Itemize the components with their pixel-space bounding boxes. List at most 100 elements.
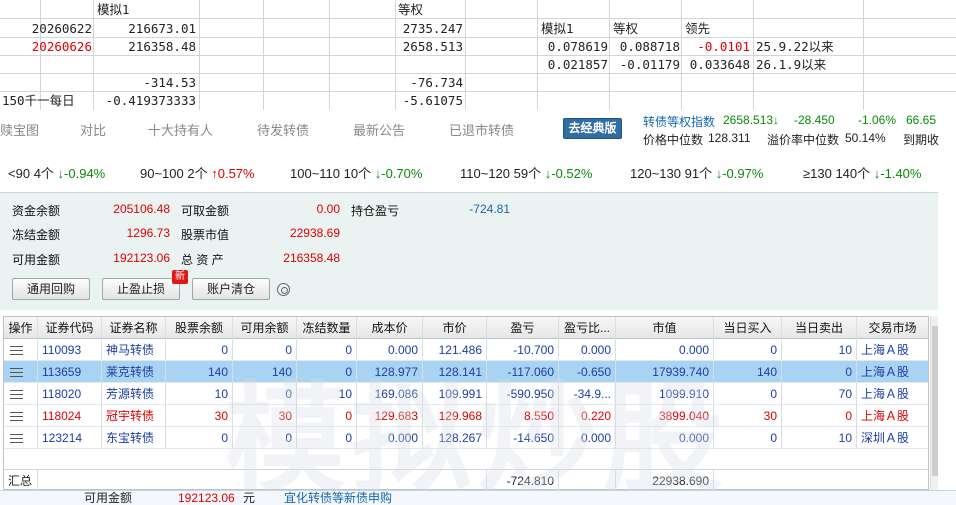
- col-header[interactable]: 交易市场: [857, 317, 928, 339]
- col-header[interactable]: 当日买入: [714, 317, 782, 339]
- sheet-cell-date[interactable]: 20260622: [0, 20, 92, 38]
- available-label: 可用金额: [12, 253, 61, 267]
- repo-button[interactable]: 通用回购: [12, 278, 90, 300]
- col-header[interactable]: 股票余额: [166, 317, 233, 339]
- dist-segment[interactable]: 120~130 91个 ↓-0.97%: [630, 163, 763, 182]
- sheet-cell-date[interactable]: 20260626: [0, 38, 92, 56]
- tab-chart[interactable]: 赎宝图: [0, 120, 39, 139]
- col-header[interactable]: 证券代码: [38, 317, 102, 339]
- col-header[interactable]: 可用余额: [233, 317, 297, 339]
- col-header[interactable]: 证券名称: [102, 317, 166, 339]
- dist-segment[interactable]: 90~100 2个 ↑0.57%: [140, 163, 255, 182]
- position-pl-value: -724.81: [469, 202, 510, 216]
- settings-gear-icon[interactable]: [277, 283, 290, 296]
- table-row[interactable]: 123214 东宝转债 0 0 0 0.000 128.267 -14.650 0.000 0.0…: [4, 427, 928, 449]
- spreadsheet-area: 模拟1 等权 20260622 216673.01 2735.247 20260…: [0, 0, 956, 110]
- classic-version-button[interactable]: 去经典版: [563, 118, 622, 139]
- stock-value-value: 22938.69: [289, 226, 340, 240]
- funds-label: 资金余额: [12, 204, 61, 218]
- col-header[interactable]: 冻结数量: [297, 317, 357, 339]
- row-menu-cell[interactable]: [4, 383, 38, 405]
- row-menu-icon[interactable]: [10, 368, 23, 377]
- sheet-cell-equal[interactable]: 2658.513: [396, 38, 463, 56]
- sheet-cell-sim[interactable]: -314.53: [94, 74, 196, 92]
- col-header[interactable]: 盈亏比...: [559, 317, 616, 339]
- cell-price: 121.486: [423, 339, 487, 361]
- row-menu-icon[interactable]: [10, 434, 23, 443]
- dist-segment[interactable]: ≥130 140个 ↓-1.40%: [803, 163, 921, 182]
- sheet-side-cell[interactable]: 26.1.9以来: [756, 56, 826, 74]
- position-pl-label: 持仓盈亏: [351, 204, 400, 218]
- table-row[interactable]: 118020 芳源转债 10 0 10 169.086 109.991 -590.950 -34…: [4, 383, 928, 405]
- dist-range: 120~130: [630, 166, 681, 181]
- sheet-side-cell[interactable]: -0.01179: [610, 56, 680, 74]
- cell-sell: 10: [782, 339, 857, 361]
- col-header[interactable]: 市价: [423, 317, 487, 339]
- sheet-cell-sim[interactable]: 216358.48: [94, 38, 196, 56]
- table-row[interactable]: 110093 神马转债 0 0 0 0.000 121.486 -10.700 0.000 0.0…: [4, 339, 928, 361]
- expiry-label: 到期收: [903, 133, 940, 147]
- tab-compare[interactable]: 对比: [80, 120, 106, 139]
- price-distribution: <90 4个 ↓-0.94% 90~100 2个 ↑0.57% 100~110 …: [0, 163, 956, 183]
- row-menu-cell[interactable]: [4, 427, 38, 449]
- sheet-side-cell[interactable]: 0.088718: [610, 38, 680, 56]
- summary-pl: -724.810: [487, 470, 559, 492]
- cell-avail: 30: [233, 405, 297, 427]
- dist-pct: ↓-1.40%: [873, 166, 922, 181]
- new-bond-subscribe-link[interactable]: 宜化转债等新债申购: [284, 491, 392, 505]
- sheet-side-cell[interactable]: 25.9.22以来: [756, 38, 834, 56]
- cell-price: 128.141: [423, 361, 487, 383]
- tab-latest-announcements[interactable]: 最新公告: [353, 120, 405, 139]
- col-header[interactable]: 操作: [4, 317, 38, 339]
- sheet-side-cell[interactable]: 0.078619: [538, 38, 608, 56]
- sheet-side-header-equal[interactable]: 等权: [613, 20, 638, 38]
- col-header[interactable]: 盈亏: [487, 317, 559, 339]
- cell-name: 冠宇转债: [102, 405, 166, 427]
- col-header[interactable]: 市值: [616, 317, 714, 339]
- premium-label: 溢价率中位数: [767, 133, 840, 147]
- cell-bal: 0: [166, 339, 233, 361]
- row-menu-cell[interactable]: [4, 361, 38, 383]
- row-menu-icon[interactable]: [10, 390, 23, 399]
- col-header[interactable]: 当日卖出: [782, 317, 857, 339]
- cell-code: 113659: [38, 361, 102, 383]
- sheet-cell-label[interactable]: 150千一每日: [2, 92, 92, 110]
- sheet-side-cell[interactable]: 0.021857: [538, 56, 608, 74]
- tab-delisted-bonds[interactable]: 已退市转债: [449, 120, 514, 139]
- stop-loss-button[interactable]: 止盈止损: [102, 278, 180, 300]
- account-summary-panel: 资金余额 205106.48 可取金额 0.00 持仓盈亏 -724.81 冻结…: [0, 192, 938, 310]
- clear-account-button[interactable]: 账户清仓: [192, 278, 270, 300]
- sheet-side-cell[interactable]: -0.0101: [682, 38, 750, 56]
- sheet-cell-equal[interactable]: -76.734: [396, 74, 463, 92]
- dist-segment[interactable]: 110~120 59个 ↓-0.52%: [460, 163, 592, 182]
- cell-mv: 3899.040: [616, 405, 714, 427]
- sheet-header-equal[interactable]: 等权: [398, 1, 423, 19]
- cell-sell: 70: [782, 383, 857, 405]
- row-menu-icon[interactable]: [10, 412, 23, 421]
- table-scrollbar[interactable]: [930, 316, 938, 490]
- dist-segment[interactable]: <90 4个 ↓-0.94%: [8, 163, 105, 182]
- scrollbar-thumb[interactable]: [932, 326, 938, 476]
- index-name-link[interactable]: 转债等权指数: [643, 113, 715, 130]
- row-menu-icon[interactable]: [10, 346, 23, 355]
- sheet-side-header-sim[interactable]: 模拟1: [541, 20, 574, 38]
- row-menu-cell[interactable]: [4, 405, 38, 427]
- total-assets-label: 总 资 产: [181, 253, 224, 267]
- col-header[interactable]: 成本价: [357, 317, 423, 339]
- sheet-cell-sim[interactable]: -0.419373333: [94, 92, 196, 110]
- table-row[interactable]: 113659 莱克转债 140 140 0 128.977 128.141 -117.060-…: [4, 361, 928, 383]
- sheet-cell-equal[interactable]: 2735.247: [396, 20, 463, 38]
- tab-pending-bonds[interactable]: 待发转债: [257, 120, 309, 139]
- dist-segment[interactable]: 100~110 10个 ↓-0.70%: [290, 163, 422, 182]
- tab-top-holders[interactable]: 十大持有人: [148, 120, 213, 139]
- table-row[interactable]: 118024 冠宇转债 30 30 0 129.683 129.968 8.550 0.220 3…: [4, 405, 928, 427]
- dist-pct: ↑0.57%: [211, 166, 255, 181]
- sheet-header-sim[interactable]: 模拟1: [97, 1, 130, 19]
- sheet-side-header-lead[interactable]: 领先: [685, 20, 710, 38]
- sheet-cell-equal[interactable]: -5.61075: [396, 92, 463, 110]
- row-menu-cell[interactable]: [4, 339, 38, 361]
- cell-name: 神马转债: [102, 339, 166, 361]
- frozen-label: 冻结金额: [12, 228, 61, 242]
- sheet-side-cell[interactable]: 0.033648: [682, 56, 750, 74]
- sheet-cell-sim[interactable]: 216673.01: [94, 20, 196, 38]
